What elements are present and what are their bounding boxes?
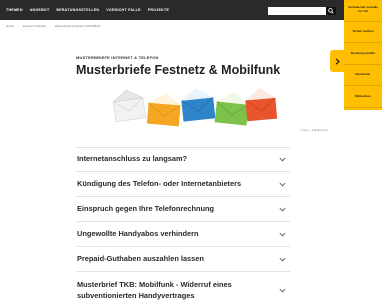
accordion-item-label: Musterbrief TKB: Mobilfunk - Widerruf ei… [77, 280, 232, 300]
hero-envelopes-image [112, 88, 278, 127]
chevron-down-icon [279, 288, 286, 293]
chevron-down-icon [279, 232, 286, 236]
accordion-item-label: Internetanschluss zu langsam? [77, 154, 188, 164]
chevron-down-icon [279, 207, 286, 211]
chevron-down-icon [279, 182, 286, 186]
envelope-blue-icon [181, 88, 216, 122]
accordion-item[interactable]: Einspruch gegen Ihre Telefonrechnung [76, 197, 290, 222]
accordion-item[interactable]: Musterbrief TKB: Mobilfunk - Widerruf ei… [76, 272, 290, 308]
sidebar-item-beratungsstellen[interactable]: Beratungsstellen [344, 43, 382, 65]
page-title: Musterbriefe Festnetz & Mobilfunk [76, 63, 281, 77]
accordion-item-label: Prepaid-Guthaben auszahlen lassen [77, 253, 204, 263]
accordion-list: Internetanschluss zu langsam? Kündigung … [76, 147, 290, 308]
article-kicker: MUSTERBRIEFE INTERNET & TELEFON [76, 55, 159, 60]
accordion-item[interactable]: Ungewollte Handyabos verhindern [76, 222, 290, 247]
envelope-green-icon [214, 92, 249, 126]
sidebar-item-vor-ort[interactable]: Verbraucher-zentrale vor Ort [344, 0, 382, 22]
accordion-item[interactable]: Internetanschluss zu langsam? [76, 147, 290, 172]
envelope-white-icon [112, 89, 146, 123]
breadcrumb-current: Musterbriefe Festnetz & Mobilfunk [54, 24, 101, 28]
search-input[interactable] [268, 7, 326, 15]
accordion-item-label: Ungewollte Handyabos verhindern [77, 228, 199, 238]
search-icon [328, 8, 334, 14]
breadcrumb-internet-telefon[interactable]: Internet & Telefon [23, 24, 46, 28]
envelope-orange-icon [146, 93, 181, 127]
service-sidebar: Verbraucher-zentrale vor Ort Termin buch… [344, 0, 382, 110]
chevron-down-icon [279, 257, 286, 261]
sidebar-item-newsletter[interactable]: Newsletter [344, 65, 382, 87]
sidebar-item-mitmachen[interactable]: Mitmachen [344, 86, 382, 108]
envelope-red-icon [245, 88, 278, 122]
accordion-item[interactable]: Prepaid-Guthaben auszahlen lassen [76, 247, 290, 272]
breadcrumb-separator: › [17, 24, 19, 28]
accordion-item-label: Einspruch gegen Ihre Telefonrechnung [77, 203, 215, 213]
nav-item-vorsicht-falle[interactable]: VORSICHT FALLE [106, 8, 140, 12]
sidebar-toggle-button[interactable] [330, 50, 344, 72]
breadcrumb: Home › Internet & Telefon › Musterbriefe… [6, 24, 103, 28]
nav-item-beratungsstellen[interactable]: BERATUNGSSTELLEN [56, 8, 99, 12]
breadcrumb-separator: › [50, 24, 52, 28]
chevron-right-icon [335, 57, 340, 65]
search-button[interactable] [326, 7, 336, 15]
image-caption: © pico – Fotolia.com [300, 128, 328, 132]
chevron-down-icon [279, 157, 286, 162]
nav-item-projekte[interactable]: PROJEKTE [148, 8, 169, 12]
nav-item-angebot[interactable]: ANGEBOT [30, 8, 50, 12]
nav-item-themen[interactable]: THEMEN [6, 8, 23, 12]
sidebar-item-termin[interactable]: Termin buchen [344, 22, 382, 44]
accordion-item-label: Kündigung des Telefon- oder Internetanbi… [77, 178, 242, 188]
accordion-item[interactable]: Kündigung des Telefon- oder Internetanbi… [76, 172, 290, 197]
breadcrumb-home[interactable]: Home [6, 24, 14, 28]
